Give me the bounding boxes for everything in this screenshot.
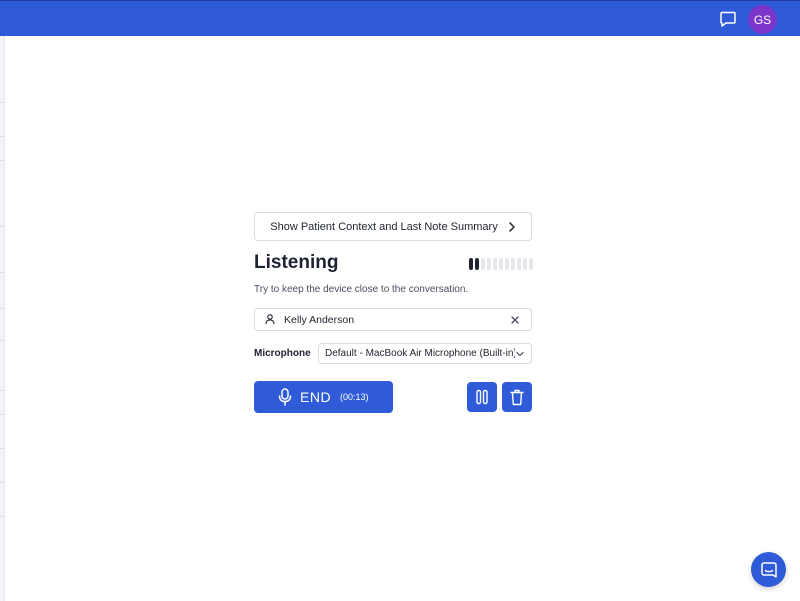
audio-level-bar	[511, 258, 515, 270]
left-rail	[0, 36, 5, 601]
audio-level-bar	[469, 258, 473, 270]
audio-level-bar	[487, 258, 491, 270]
audio-level-bar	[493, 258, 497, 270]
chevron-right-icon	[508, 221, 515, 232]
chat-button[interactable]	[717, 8, 739, 30]
chat-bubble-icon	[720, 11, 736, 27]
top-bar: GS	[0, 0, 800, 36]
audio-level-bar	[529, 258, 533, 270]
microphone-icon	[278, 388, 292, 406]
audio-level-bar	[499, 258, 503, 270]
audio-level-bar	[523, 258, 527, 270]
delete-button[interactable]	[502, 382, 532, 412]
audio-level-bar	[481, 258, 485, 270]
user-avatar[interactable]: GS	[748, 5, 777, 34]
microphone-select[interactable]: Default - MacBook Air Microphone (Built-…	[318, 343, 532, 364]
patient-context-button[interactable]: Show Patient Context and Last Note Summa…	[254, 212, 532, 241]
end-recording-button[interactable]: END (00:13)	[254, 381, 393, 413]
audio-level-meter	[469, 258, 533, 270]
patient-context-button-label: Show Patient Context and Last Note Summa…	[270, 220, 498, 233]
patient-name: Kelly Anderson	[284, 313, 355, 326]
end-button-label: END	[300, 389, 332, 405]
pause-button[interactable]	[467, 382, 497, 412]
microphone-select-value: Default - MacBook Air Microphone (Built-…	[325, 348, 515, 359]
chevron-down-icon	[515, 349, 525, 359]
audio-level-bar	[517, 258, 521, 270]
person-icon	[265, 313, 277, 326]
audio-level-bar	[475, 258, 479, 270]
support-chat-button[interactable]	[751, 552, 786, 587]
close-icon	[511, 315, 519, 324]
chat-widget-icon	[760, 561, 777, 578]
status-title: Listening	[254, 252, 339, 273]
audio-level-bar	[505, 258, 509, 270]
clear-patient-button[interactable]	[509, 313, 521, 327]
pause-icon	[476, 389, 488, 405]
trash-icon	[510, 389, 524, 405]
patient-field[interactable]: Kelly Anderson	[254, 308, 532, 331]
device-hint: Try to keep the device close to the conv…	[254, 284, 469, 295]
recording-timer: (00:13)	[340, 392, 369, 402]
microphone-label: Microphone	[254, 348, 311, 359]
